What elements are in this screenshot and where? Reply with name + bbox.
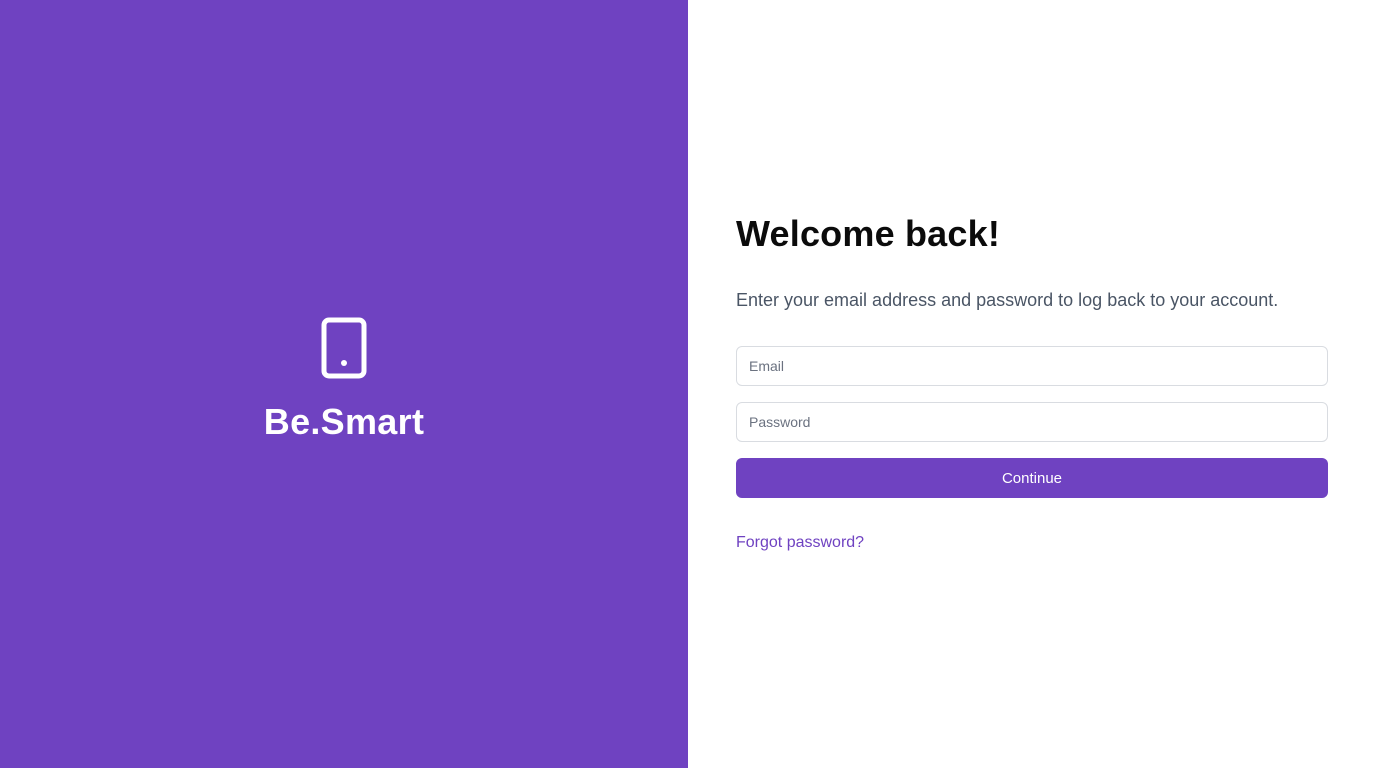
login-form-panel: Welcome back! Enter your email address a…: [688, 0, 1376, 768]
page-subtitle: Enter your email address and password to…: [736, 290, 1279, 310]
email-field[interactable]: [736, 346, 1328, 386]
login-form: Welcome back! Enter your email address a…: [736, 210, 1328, 552]
continue-button[interactable]: Continue: [736, 458, 1328, 498]
password-field[interactable]: [736, 402, 1328, 442]
login-page: Be.Smart Welcome back! Enter your email …: [0, 0, 1376, 768]
forgot-password-link[interactable]: Forgot password?: [736, 534, 864, 552]
brand-name: Be.Smart: [263, 401, 425, 442]
page-title: Welcome back!: [736, 213, 1001, 254]
tablet-icon: [321, 317, 367, 379]
brand-panel: Be.Smart: [0, 0, 688, 768]
